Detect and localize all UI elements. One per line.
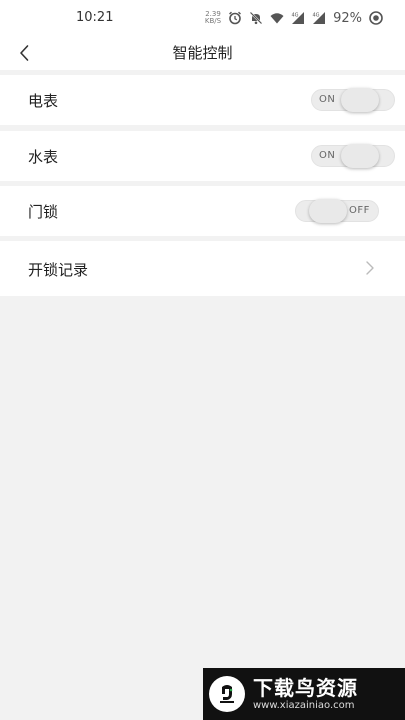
status-bar: 10:21 2.39 KB/S 4G 4G 92% (0, 0, 405, 36)
network-label-1: 4G (292, 13, 299, 19)
electric-meter-toggle-state: ON (319, 94, 336, 105)
water-meter-toggle-state: ON (319, 150, 336, 161)
unlock-records-label: 开锁记录 (28, 261, 89, 279)
network-speed: 2.39 KB/S (205, 11, 221, 25)
toggle-knob (341, 144, 379, 168)
signal-icon-1: 4G (292, 12, 305, 24)
toggle-knob (341, 88, 379, 112)
chevron-right-icon (366, 261, 374, 275)
network-speed-unit: KB/S (204, 17, 222, 25)
door-lock-row: 门锁 OFF (0, 186, 405, 236)
water-meter-label: 水表 (28, 148, 59, 166)
eye-icon (369, 11, 383, 25)
wifi-icon (270, 13, 284, 24)
mute-bell-icon (249, 11, 263, 25)
signal-icon-2: 4G (313, 12, 326, 24)
alarm-icon (229, 11, 242, 25)
water-meter-row: 水表 ON (0, 131, 405, 181)
status-icons: 2.39 KB/S 4G 4G 92% (205, 8, 383, 28)
unlock-records-row[interactable]: 开锁记录 (0, 241, 405, 296)
door-lock-toggle-state: OFF (349, 205, 370, 216)
water-meter-toggle[interactable]: ON (311, 144, 395, 168)
network-label-2: 4G (313, 13, 320, 19)
door-lock-label: 门锁 (28, 203, 59, 221)
bird-logo-icon (209, 676, 245, 712)
battery-percent: 92% (333, 10, 362, 26)
electric-meter-label: 电表 (28, 92, 59, 110)
watermark-title: 下载鸟资源 (253, 676, 358, 700)
watermark-url: www.xiazainiao.com (253, 700, 355, 711)
page-title: 智能控制 (172, 44, 233, 62)
status-time: 10:21 (76, 10, 114, 25)
electric-meter-row: 电表 ON (0, 75, 405, 125)
door-lock-toggle[interactable]: OFF (295, 199, 379, 223)
toggle-knob (309, 199, 347, 223)
watermark: 下载鸟资源 www.xiazainiao.com (203, 668, 405, 720)
electric-meter-toggle[interactable]: ON (311, 88, 395, 112)
nav-bar: 智能控制 (0, 36, 405, 70)
